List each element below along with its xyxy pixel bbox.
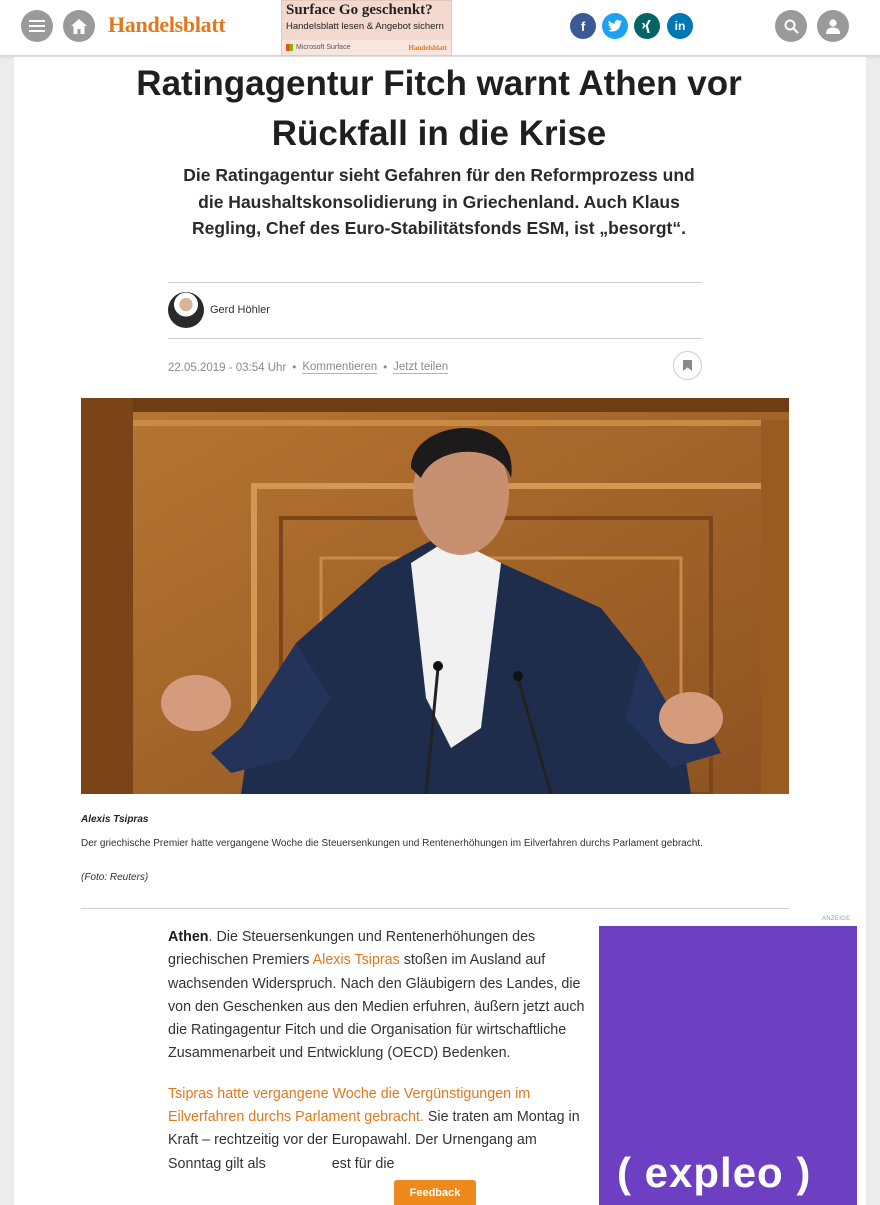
inline-link[interactable]: Alexis Tsipras [313, 952, 400, 968]
ad-brand-logo: ( expleo ) [617, 1149, 812, 1196]
xing-icon [642, 19, 651, 33]
divider [168, 338, 702, 339]
microsoft-icon [286, 44, 293, 51]
bookmark-button[interactable] [673, 351, 702, 380]
user-button[interactable] [817, 10, 849, 42]
article-meta: 22.05.2019 - 03:54 Uhr • Kommentieren • … [168, 361, 449, 374]
paragraph-text: est für die [331, 1155, 395, 1172]
article-body: Athen. Die Steuersenkungen und Rentenerh… [168, 926, 588, 1193]
paragraph: Athen. Die Steuersenkungen und Rentenerh… [168, 926, 588, 1066]
ad-title: Surface Go geschenkt? [286, 2, 433, 18]
home-icon [71, 18, 87, 34]
divider [168, 282, 702, 283]
user-icon [826, 18, 840, 34]
facebook-share-button[interactable]: f [570, 13, 596, 39]
linkedin-icon: in [674, 19, 686, 33]
home-button[interactable] [63, 10, 95, 42]
feedback-button[interactable]: Feedback [394, 1180, 476, 1205]
twitter-share-button[interactable] [602, 13, 628, 39]
article-lead: Die Ratingagentur sieht Gefahren für den… [183, 165, 695, 238]
photo-caption-name: Alexis Tsipras [81, 814, 149, 825]
menu-button[interactable] [21, 10, 53, 42]
ad-label: ANZEIGE [822, 916, 851, 922]
top-bar: Handelsblatt Surface Go geschenkt? Hande… [0, 0, 880, 56]
divider [81, 908, 789, 909]
header-ad-banner[interactable]: Surface Go geschenkt? Handelsblatt lesen… [281, 0, 452, 56]
search-icon [784, 19, 799, 34]
share-link[interactable]: Jetzt teilen [393, 361, 449, 374]
ad-footer: Microsoft Surface Handelsblatt [282, 40, 451, 55]
photo-credit: (Foto: Reuters) [81, 872, 149, 883]
article-headline: Ratingagentur Fitch warnt Athen vor Rück… [136, 64, 742, 153]
dateline: Athen [168, 929, 209, 945]
photo-illustration [81, 398, 789, 794]
site-logo[interactable]: Handelsblatt [108, 12, 226, 38]
linkedin-share-button[interactable]: in [667, 13, 693, 39]
search-button[interactable] [775, 10, 807, 42]
author-name[interactable]: Gerd Höhler [210, 304, 270, 316]
bookmark-icon [683, 360, 692, 371]
meta-separator: • [383, 361, 388, 374]
meta-separator: • [292, 361, 297, 374]
paragraph: Tsipras hatte vergangene Woche die Vergü… [168, 1083, 588, 1176]
facebook-icon: f [580, 18, 586, 34]
ad-brand: Handelsblatt [408, 43, 447, 52]
menu-icon [29, 20, 45, 32]
ad-subtitle: Handelsblatt lesen & Angebot sichern [286, 21, 444, 32]
sidebar-ad[interactable]: ( expleo ) [599, 926, 857, 1205]
microsoft-logo: Microsoft Surface [286, 44, 350, 51]
article-photo[interactable] [81, 398, 789, 794]
ad-sponsor: Microsoft Surface [296, 44, 351, 51]
xing-share-button[interactable] [634, 13, 660, 39]
photo-caption: Der griechische Premier hatte vergangene… [81, 838, 703, 849]
twitter-icon [608, 20, 622, 32]
publish-date: 22.05.2019 - 03:54 Uhr [168, 361, 287, 374]
comment-link[interactable]: Kommentieren [302, 361, 378, 374]
author-avatar[interactable] [168, 292, 204, 328]
paragraph-text: stoßen im Ausland auf wachsenden Widersp… [168, 952, 585, 1062]
article-container: Ratingagentur Fitch warnt Athen vor Rück… [14, 57, 866, 1205]
